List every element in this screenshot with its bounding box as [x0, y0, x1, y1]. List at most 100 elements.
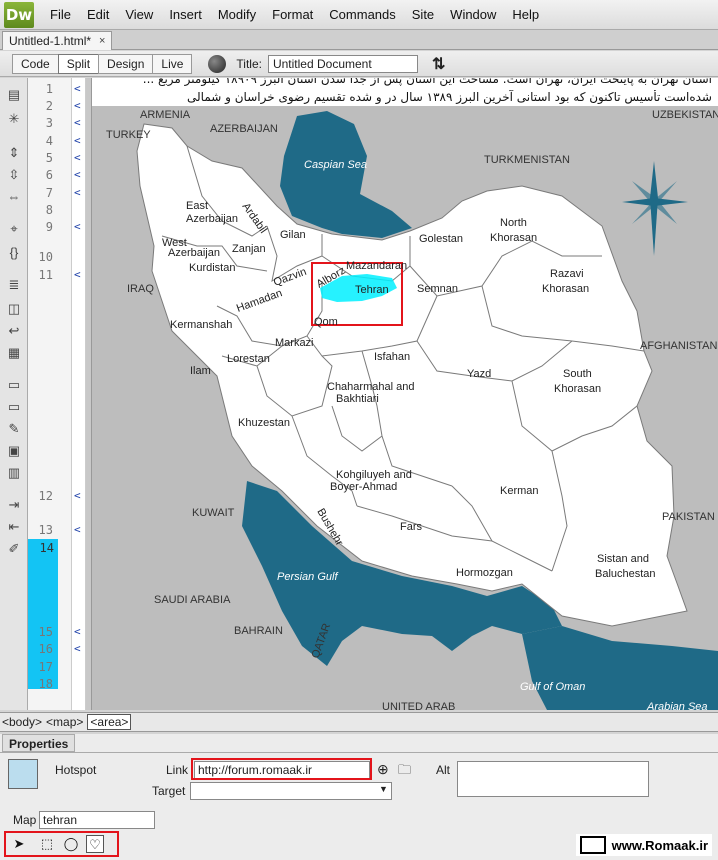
hotspot-label: Hotspot — [55, 763, 97, 777]
document-tab-bar: Untitled-1.html* × — [0, 30, 718, 50]
dreamweaver-logo: Dw — [4, 1, 34, 28]
expand-all-icon[interactable]: ⇔ — [5, 188, 23, 206]
code-tag-marker: < — [74, 523, 81, 536]
label-kuwait: KUWAIT — [192, 507, 235, 519]
line-number: 8 — [45, 203, 53, 217]
menu-insert[interactable]: Insert — [161, 7, 210, 22]
menu-window[interactable]: Window — [442, 7, 504, 22]
outdent-code-icon[interactable]: ⇤ — [5, 518, 23, 536]
label-chaharmahal-2: Bakhtiari — [336, 393, 379, 405]
indent-code-icon[interactable]: ⇥ — [5, 496, 23, 514]
code-view-button[interactable]: Code — [12, 53, 59, 74]
line-number: 15 — [38, 625, 53, 639]
line-number: 3 — [45, 116, 53, 130]
line-number: 16 — [38, 642, 53, 656]
balance-braces-icon[interactable]: {} — [5, 244, 23, 262]
tag-selector: <body> <map> <area> — [0, 712, 718, 732]
line-number: 13 — [38, 523, 53, 537]
label-semnan: Semnan — [417, 283, 458, 295]
menu-format[interactable]: Format — [264, 7, 321, 22]
label-east-azerbaijan-2: Azerbaijan — [186, 213, 238, 225]
alt-input[interactable] — [457, 761, 649, 797]
code-tag-marker: < — [74, 186, 81, 199]
apply-comment-icon[interactable]: ▭ — [5, 376, 23, 394]
label-armenia: ARMENIA — [140, 109, 191, 121]
design-view-button[interactable]: Design — [98, 53, 154, 74]
polygon-hotspot-tool-icon[interactable]: ♡ — [86, 835, 104, 853]
iran-map-image[interactable]: ARMENIA AZERBAIJAN TURKEY UZBEKISTAN TUR… — [92, 106, 718, 710]
label-kermanshah: Kermanshah — [170, 319, 232, 331]
target-label: Target — [152, 784, 186, 798]
line-number-gutter: 1 2 3 4 5 6 7 8 9 10 11 12 13 14 15 16 1… — [28, 78, 72, 710]
menu-file[interactable]: File — [42, 7, 79, 22]
menu-bar: Dw File Edit View Insert Modify Format C… — [0, 0, 718, 30]
live-view-button[interactable]: Live — [152, 53, 193, 74]
label-west-azerbaijan-2: Azerbaijan — [168, 247, 220, 259]
menu-site[interactable]: Site — [404, 7, 442, 22]
label-south-khorasan-1: South — [563, 368, 592, 380]
label-isfahan: Isfahan — [374, 351, 410, 363]
design-view[interactable]: استان تهران به پایتخت ایران، تهران است. … — [92, 78, 718, 710]
romaak-watermark: www.Romaak.ir — [575, 834, 712, 856]
tag-body[interactable]: <body> — [2, 715, 42, 729]
tag-map[interactable]: <map> — [46, 715, 83, 729]
line-number: 6 — [45, 168, 53, 182]
menu-help[interactable]: Help — [504, 7, 547, 22]
document-title-input[interactable]: Untitled Document — [267, 54, 418, 73]
code-tag-marker: < — [74, 625, 81, 638]
code-tag-marker: < — [74, 82, 81, 95]
menu-items: File Edit View Insert Modify Format Comm… — [42, 7, 547, 22]
label-golestan: Golestan — [419, 233, 463, 245]
properties-tab[interactable]: Properties — [2, 734, 76, 752]
rectangle-hotspot-tool-icon[interactable]: ⬚ — [38, 835, 56, 853]
label-afghanistan: AFGHANISTAN — [640, 340, 717, 352]
select-parent-tag-icon[interactable]: ⌖ — [5, 220, 23, 238]
label-razavi-khorasan-1: Razavi — [550, 268, 584, 280]
format-source-code-icon[interactable]: ✐ — [5, 540, 23, 558]
split-view-button[interactable]: Split — [57, 53, 100, 74]
label-arabian-sea: Arabian Sea — [646, 701, 708, 710]
code-tag-marker: < — [74, 99, 81, 112]
pointer-hotspot-tool-icon[interactable]: ➤ — [10, 835, 28, 853]
remove-comment-icon[interactable]: ▭ — [5, 398, 23, 416]
word-wrap-icon[interactable]: ↩ — [5, 322, 23, 340]
syntax-error-alerts-icon[interactable]: ▦ — [5, 344, 23, 362]
document-tab-label: Untitled-1.html* — [9, 34, 92, 48]
label-saudi-arabia: SAUDI ARABIA — [154, 594, 231, 606]
menu-commands[interactable]: Commands — [321, 7, 403, 22]
map-name-input[interactable]: tehran — [39, 811, 155, 829]
highlight-invalid-code-icon[interactable]: ◫ — [5, 300, 23, 318]
chevron-down-icon[interactable]: ▼ — [379, 784, 388, 794]
move-css-icon[interactable]: ▥ — [5, 464, 23, 482]
browse-folder-icon[interactable]: 🗀 — [398, 761, 411, 783]
point-to-file-icon[interactable]: ⊕ — [377, 761, 389, 778]
line-number: 7 — [45, 186, 53, 200]
menu-view[interactable]: View — [117, 7, 161, 22]
line-number: 11 — [38, 268, 53, 282]
menu-modify[interactable]: Modify — [210, 7, 264, 22]
label-gulf-of-oman: Gulf of Oman — [520, 681, 585, 693]
line-number: 18 — [38, 677, 53, 691]
menu-edit[interactable]: Edit — [79, 7, 117, 22]
line-number: 5 — [45, 151, 53, 165]
preview-globe-icon[interactable] — [208, 54, 227, 73]
wrap-tag-icon[interactable]: ✎ — [5, 420, 23, 438]
properties-body: Hotspot Link http://forum.romaak.ir ⊕ 🗀 … — [0, 752, 718, 860]
line-numbers-icon[interactable]: ≣ — [5, 276, 23, 294]
tag-area[interactable]: <area> — [87, 714, 132, 730]
circle-hotspot-tool-icon[interactable]: ◯ — [62, 835, 80, 853]
line-number: 10 — [38, 250, 53, 264]
document-tab[interactable]: Untitled-1.html* × — [2, 31, 113, 50]
recent-snippets-icon[interactable]: ▣ — [5, 442, 23, 460]
alt-label: Alt — [436, 763, 451, 777]
map-label: Map — [13, 813, 37, 827]
show-code-navigator-icon[interactable]: ✳ — [5, 110, 23, 128]
open-documents-icon[interactable]: ▤ — [5, 86, 23, 104]
collapse-full-tag-icon[interactable]: ⇕ — [5, 144, 23, 162]
close-icon[interactable]: × — [99, 35, 105, 47]
target-select[interactable] — [190, 782, 392, 800]
collapse-selection-icon[interactable]: ⇳ — [5, 166, 23, 184]
code-pane[interactable]: < < < < < < < < < < < < < — [72, 78, 86, 710]
line-number: 12 — [38, 489, 53, 503]
sync-arrows-icon[interactable]: ⇅ — [432, 54, 445, 74]
